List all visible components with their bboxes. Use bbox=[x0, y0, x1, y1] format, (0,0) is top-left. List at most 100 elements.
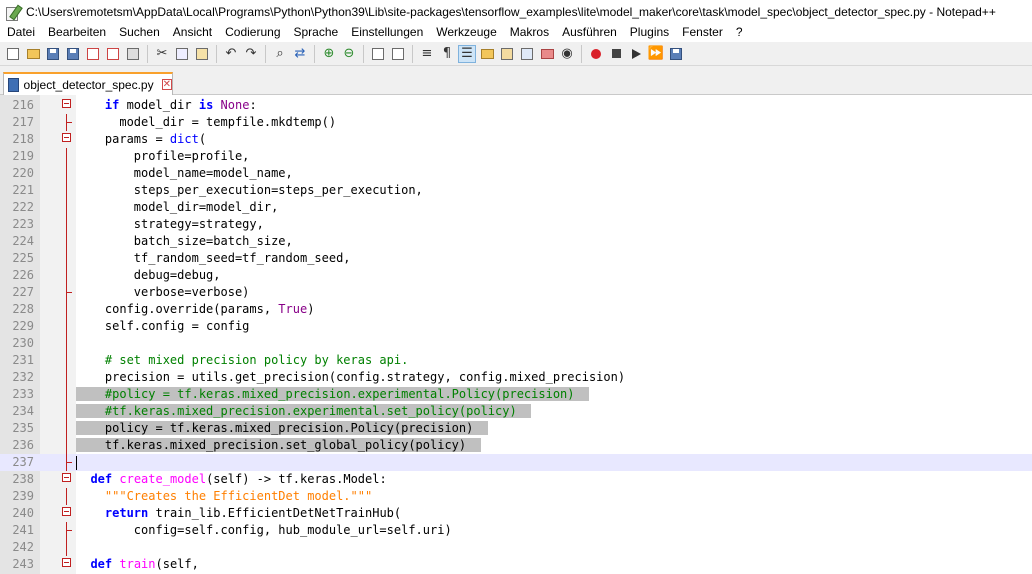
code-line: 228 config.override(params, True) bbox=[0, 301, 1032, 318]
code-line: 216 if model_dir is None: bbox=[0, 97, 1032, 114]
code-line-selected: 235 policy = tf.keras.mixed_precision.Po… bbox=[0, 420, 1032, 437]
line-number: 222 bbox=[12, 200, 34, 214]
playback-macro-icon[interactable] bbox=[628, 46, 644, 62]
code-text: config=self.config, hub_module_url=self.… bbox=[76, 523, 452, 537]
notepad-app-icon bbox=[6, 4, 23, 21]
fold-collapse-icon[interactable] bbox=[62, 133, 71, 142]
menu-plugins[interactable]: Plugins bbox=[623, 23, 675, 42]
toolbar-separator bbox=[581, 44, 582, 63]
menu-einstellungen[interactable]: Einstellungen bbox=[344, 23, 429, 42]
fold-end bbox=[66, 530, 72, 531]
undo-icon[interactable]: ↶ bbox=[223, 46, 239, 62]
toolbar-separator bbox=[363, 44, 364, 63]
save-macro-icon[interactable] bbox=[668, 46, 684, 62]
copy-icon[interactable] bbox=[174, 46, 190, 62]
fold-line bbox=[66, 301, 67, 318]
show-all-chars-icon[interactable]: ¶ bbox=[439, 46, 455, 62]
find-icon[interactable]: ⌕ bbox=[272, 46, 288, 62]
sync-horizontal-icon[interactable] bbox=[390, 46, 406, 62]
menu-ansicht[interactable]: Ansicht bbox=[166, 23, 218, 42]
code-text: if model_dir is None: bbox=[104, 98, 257, 112]
menu-bearbeiten[interactable]: Bearbeiten bbox=[41, 23, 112, 42]
code-editor[interactable]: 216 if model_dir is None: 217 model_dir … bbox=[0, 95, 1032, 574]
code-docstring: """Creates the EfficientDet model.""" bbox=[76, 489, 373, 503]
fold-end bbox=[66, 462, 72, 463]
indent-guide-icon[interactable]: ☰ bbox=[458, 44, 476, 63]
close-all-icon[interactable] bbox=[105, 46, 121, 62]
word-wrap-icon[interactable]: ≡ bbox=[419, 46, 435, 62]
fold-collapse-icon[interactable] bbox=[62, 558, 71, 567]
fold-collapse-icon[interactable] bbox=[62, 99, 71, 108]
menu-suchen[interactable]: Suchen bbox=[112, 23, 166, 42]
tab-close-icon[interactable]: ✕ bbox=[161, 79, 172, 90]
fold-line bbox=[66, 437, 67, 454]
menu-datei[interactable]: Datei bbox=[0, 23, 41, 42]
doc-map-icon[interactable] bbox=[499, 46, 515, 62]
code-text: def train(self, bbox=[90, 557, 199, 571]
line-number: 220 bbox=[12, 166, 34, 180]
code-text: model_name=model_name, bbox=[76, 166, 293, 180]
save-all-icon[interactable] bbox=[65, 46, 81, 62]
tab-bar: object_detector_spec.py ✕ bbox=[0, 66, 1032, 95]
fold-line bbox=[66, 216, 67, 233]
code-text: precision = utils.get_precision(config.s… bbox=[76, 370, 626, 384]
menu-help[interactable]: ? bbox=[729, 23, 749, 42]
monitoring-icon[interactable]: ◉ bbox=[559, 46, 575, 62]
fold-line bbox=[66, 386, 67, 403]
menu-werkzeuge[interactable]: Werkzeuge bbox=[429, 23, 502, 42]
code-line: 217 model_dir = tempfile.mkdtemp() bbox=[0, 114, 1032, 131]
menu-codierung[interactable]: Codierung bbox=[218, 23, 286, 42]
zoom-out-icon[interactable]: ⊖ bbox=[341, 46, 357, 62]
print-icon[interactable] bbox=[125, 46, 141, 62]
menu-makros[interactable]: Makros bbox=[503, 23, 555, 42]
toolbar-separator bbox=[216, 44, 217, 63]
fold-line bbox=[66, 148, 67, 165]
cut-icon[interactable]: ✂ bbox=[154, 46, 170, 62]
code-comment: # set mixed precision policy by keras ap… bbox=[76, 353, 409, 367]
fold-line bbox=[66, 420, 67, 437]
tab-object-detector-spec[interactable]: object_detector_spec.py ✕ bbox=[3, 72, 173, 95]
code-text: tf.keras.mixed_precision.set_global_poli… bbox=[76, 438, 481, 452]
sync-vertical-icon[interactable] bbox=[370, 46, 386, 62]
text-caret bbox=[76, 456, 77, 470]
fold-line bbox=[66, 233, 67, 250]
redo-icon[interactable]: ↷ bbox=[243, 46, 259, 62]
open-file-icon[interactable] bbox=[25, 46, 41, 62]
code-line: 225 tf_random_seed=tf_random_seed, bbox=[0, 250, 1032, 267]
fold-collapse-icon[interactable] bbox=[62, 473, 71, 482]
run-macro-multiple-icon[interactable]: ⏩ bbox=[648, 46, 664, 62]
code-line-current: 237 bbox=[0, 454, 1032, 471]
line-number: 240 bbox=[12, 506, 34, 520]
line-number: 241 bbox=[12, 523, 34, 537]
menu-sprache[interactable]: Sprache bbox=[287, 23, 345, 42]
fold-collapse-icon[interactable] bbox=[62, 507, 71, 516]
line-number: 232 bbox=[12, 370, 34, 384]
folder-as-workspace-icon[interactable] bbox=[539, 46, 555, 62]
window-title: C:\Users\remotetsm\AppData\Local\Program… bbox=[26, 4, 996, 19]
stop-record-icon[interactable] bbox=[608, 46, 624, 62]
replace-icon[interactable]: ⇄ bbox=[292, 46, 308, 62]
user-lang-icon[interactable] bbox=[479, 46, 495, 62]
code-lines: 216 if model_dir is None: 217 model_dir … bbox=[0, 97, 1032, 573]
code-text: #tf.keras.mixed_precision.experimental.s… bbox=[76, 403, 532, 420]
menu-fenster[interactable]: Fenster bbox=[675, 23, 729, 42]
close-icon[interactable] bbox=[85, 46, 101, 62]
code-text: model_dir=model_dir, bbox=[76, 200, 279, 214]
line-number: 230 bbox=[12, 336, 34, 350]
paste-icon[interactable] bbox=[194, 46, 210, 62]
save-icon[interactable] bbox=[45, 46, 61, 62]
function-list-icon[interactable] bbox=[519, 46, 535, 62]
new-file-icon[interactable] bbox=[5, 46, 21, 62]
line-number: 221 bbox=[12, 183, 34, 197]
zoom-in-icon[interactable]: ⊕ bbox=[321, 46, 337, 62]
line-number: 242 bbox=[12, 540, 34, 554]
record-macro-icon[interactable] bbox=[588, 46, 604, 62]
fold-end bbox=[66, 292, 72, 293]
code-line: 221 steps_per_execution=steps_per_execut… bbox=[0, 182, 1032, 199]
code-line: 240 return train_lib.EfficientDetNetTrai… bbox=[0, 505, 1032, 522]
line-number: 243 bbox=[12, 557, 34, 571]
fold-line bbox=[66, 165, 67, 182]
fold-line bbox=[66, 335, 67, 352]
menu-ausfuehren[interactable]: Ausführen bbox=[555, 23, 623, 42]
line-number: 236 bbox=[12, 438, 34, 452]
